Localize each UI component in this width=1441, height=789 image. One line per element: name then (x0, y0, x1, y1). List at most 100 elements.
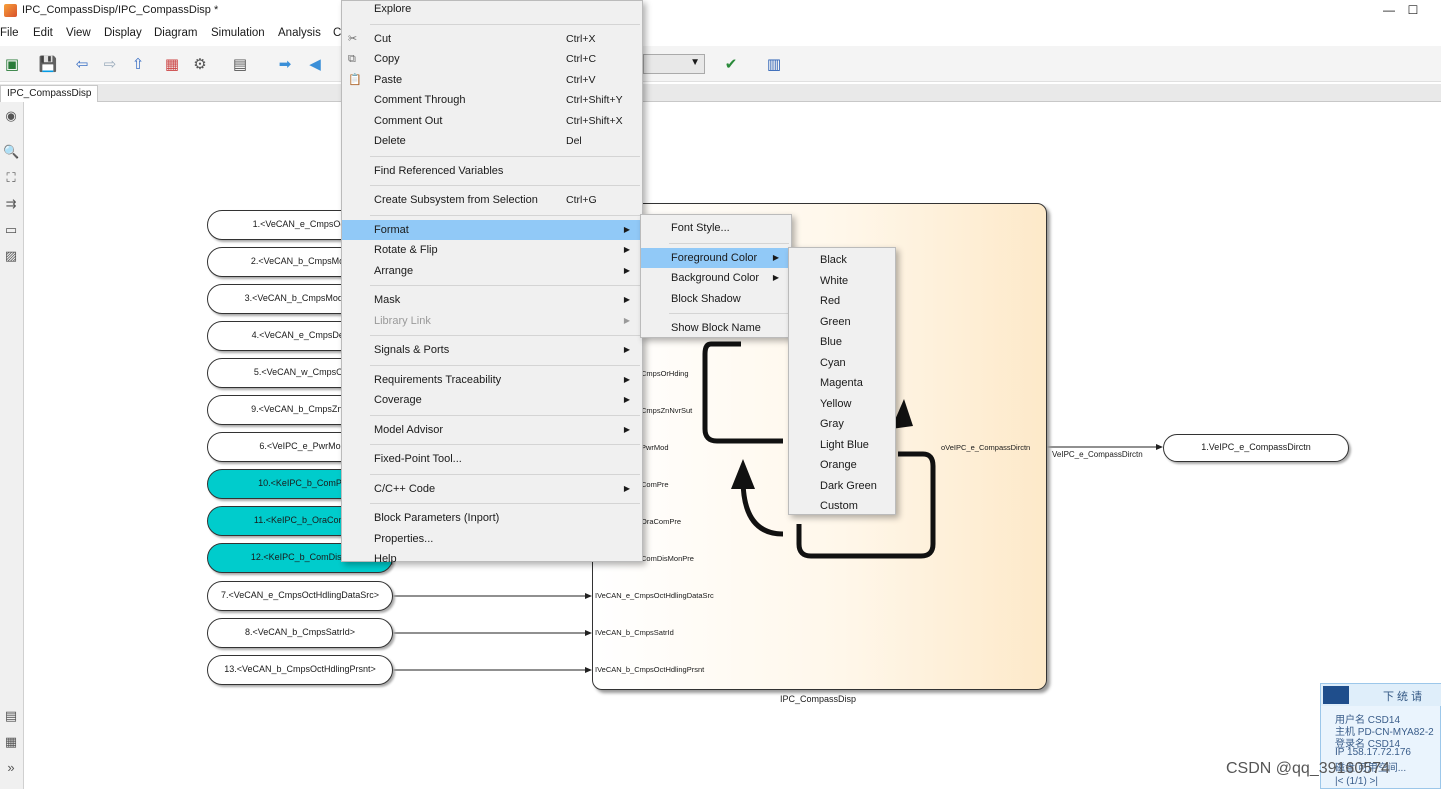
widget-title: 下 统 请 (1383, 691, 1423, 703)
menu-item-label: Delete (374, 135, 406, 147)
menu-item-fixed-point-tool[interactable]: Fixed-Point Tool... (342, 449, 642, 469)
submenu-arrow-icon: ▶ (623, 395, 630, 404)
color-item-green[interactable]: Green (789, 312, 895, 332)
format-item-background-color[interactable]: Background Color ▶ (641, 268, 791, 288)
menu-item-label: White (820, 274, 849, 287)
menu-item-label: Arrange (374, 264, 414, 277)
inport-block[interactable]: 7.<VeCAN_e_CmpsOctHdlingDataSrc> (207, 581, 393, 611)
menu-item-label: Black (820, 254, 847, 266)
menu-item-label: Magenta (820, 377, 863, 389)
context-menu: Explore ✂ Cut Ctrl+X ⧉ Copy Ctrl+C 📋 Paste Ctrl+V… (341, 0, 643, 565)
scissors-icon: ✂ (348, 32, 358, 45)
format-item-foreground-color[interactable]: Foreground Color ▶ (641, 247, 791, 268)
menu-item-label: Explore (374, 3, 412, 15)
menu-item-label: Requirements Traceability (374, 373, 502, 386)
menu-item-label: Find Referenced Variables (374, 164, 504, 177)
submenu-arrow-icon: ▶ (623, 265, 630, 275)
color-item-light-blue[interactable]: Light Blue (789, 435, 895, 455)
menu-item-label: Mask (374, 294, 401, 306)
menu-item-label: Block Parameters (Inport) (374, 512, 500, 524)
color-item-cyan[interactable]: Cyan (789, 353, 895, 373)
foreground-color-submenu: Black White Red Green Blue Cyan Magenta Yellow G… (788, 247, 896, 515)
menu-item-label: Signals & Ports (374, 344, 450, 356)
menu-separator (370, 214, 640, 216)
submenu-arrow-icon: ▶ (623, 424, 630, 434)
color-item-orange[interactable]: Orange (789, 455, 895, 475)
menu-item-label: Fixed-Point Tool... (374, 453, 462, 465)
menu-item-label: Dark Green (820, 479, 877, 492)
widget-line: IP 158.17.72.176 (1335, 747, 1411, 758)
menu-item-label: Red (820, 295, 841, 307)
menu-item-c-c-code[interactable]: C/C++ Code ▶ (342, 479, 642, 499)
menu-separator (370, 185, 640, 186)
menu-item-label: Foreground Color (671, 251, 758, 264)
menu-item-coverage[interactable]: Coverage ▶ (342, 390, 642, 410)
menu-item-paste[interactable]: 📋 Paste Ctrl+V (342, 70, 642, 90)
menu-item-label: Light Blue (820, 438, 869, 451)
menu-item-label: Orange (820, 459, 857, 471)
menu-item-label: Paste (374, 73, 403, 86)
color-item-red[interactable]: Red (789, 291, 895, 311)
menu-item-label: Create Subsystem from Selection (374, 194, 538, 206)
menu-item-rotate-flip[interactable]: Rotate & Flip ▶ (342, 240, 642, 260)
submenu-arrow-icon: ▶ (623, 245, 630, 254)
menu-item-signals-ports[interactable]: Signals & Ports ▶ (342, 340, 642, 360)
color-item-magenta[interactable]: Magenta (789, 373, 895, 393)
submenu-arrow-icon: ▶ (623, 315, 630, 325)
submenu-arrow-icon: ▶ (623, 483, 630, 493)
menu-item-label: Copy (374, 53, 400, 65)
menu-item-label: Help (374, 553, 397, 565)
menu-item-comment-out[interactable]: Comment Out Ctrl+Shift+X (342, 111, 642, 131)
format-item-font-style[interactable]: Font Style... (641, 218, 791, 238)
menu-item-block-parameters-inport[interactable]: Block Parameters (Inport) (342, 508, 642, 528)
copy-icon: ⧉ (348, 53, 356, 65)
menu-item-model-advisor[interactable]: Model Advisor ▶ (342, 420, 642, 440)
menu-item-label: Background Color (671, 272, 760, 284)
menu-item-help[interactable]: Help (342, 549, 642, 569)
signal-label: VeIPC_e_CompassDirctn (1052, 450, 1143, 459)
subsystem-name: IPC_CompassDisp (780, 694, 857, 704)
inport-block[interactable]: 8.<VeCAN_b_CmpsSatrId> (207, 618, 393, 648)
menu-separator (370, 444, 640, 445)
format-item-block-shadow[interactable]: Block Shadow (641, 289, 791, 309)
menu-item-comment-through[interactable]: Comment Through Ctrl+Shift+Y (342, 90, 642, 110)
menu-item-create-subsystem-from-selection[interactable]: Create Subsystem from Selection Ctrl+G (342, 190, 642, 210)
format-submenu: Font Style... Foreground Color ▶ Background… (640, 214, 792, 338)
menu-item-shortcut: Ctrl+G (566, 194, 597, 206)
menu-item-copy[interactable]: ⧉ Copy Ctrl+C (342, 49, 642, 69)
menu-separator (370, 155, 640, 157)
menu-item-library-link[interactable]: Library Link ▶ (342, 311, 642, 331)
color-item-custom[interactable]: Custom (789, 496, 895, 516)
color-item-yellow[interactable]: Yellow (789, 394, 895, 414)
menu-item-label: Block Shadow (671, 292, 741, 305)
menu-item-arrange[interactable]: Arrange ▶ (342, 261, 642, 281)
color-item-black[interactable]: Black (789, 250, 895, 270)
menu-item-format[interactable]: Format ▶ (342, 219, 642, 240)
menu-item-label: Blue (820, 336, 843, 348)
menu-item-label: Comment Through (374, 94, 466, 106)
color-item-dark-green[interactable]: Dark Green (789, 476, 895, 496)
menu-item-delete[interactable]: Delete Del (342, 131, 642, 151)
paste-icon: 📋 (348, 73, 362, 86)
inport-block[interactable]: 13.<VeCAN_b_CmpsOctHdlingPrsnt> (207, 655, 393, 685)
menu-separator (370, 473, 640, 475)
menu-separator (669, 242, 789, 244)
menu-item-properties[interactable]: Properties... (342, 529, 642, 549)
color-item-blue[interactable]: Blue (789, 332, 895, 352)
menu-item-label: Rotate & Flip (374, 244, 438, 256)
menu-item-mask[interactable]: Mask ▶ (342, 290, 642, 310)
color-item-white[interactable]: White (789, 271, 895, 291)
menu-item-label: Custom (820, 500, 858, 512)
widget-logo (1323, 686, 1349, 704)
menu-item-requirements-traceability[interactable]: Requirements Traceability ▶ (342, 370, 642, 390)
menu-item-label: Green (820, 315, 851, 328)
menu-item-shortcut: Del (566, 135, 582, 147)
color-item-gray[interactable]: Gray (789, 414, 895, 434)
menu-item-shortcut: Ctrl+V (566, 73, 596, 86)
menu-item-cut[interactable]: ✂ Cut Ctrl+X (342, 29, 642, 49)
menu-item-label: Comment Out (374, 114, 443, 127)
outport-block[interactable]: 1.VeIPC_e_CompassDirctn (1163, 434, 1349, 462)
menu-item-explore[interactable]: Explore (342, 0, 642, 19)
format-item-show-block-name[interactable]: Show Block Name (641, 318, 791, 338)
menu-item-find-referenced-variables[interactable]: Find Referenced Variables (342, 161, 642, 181)
